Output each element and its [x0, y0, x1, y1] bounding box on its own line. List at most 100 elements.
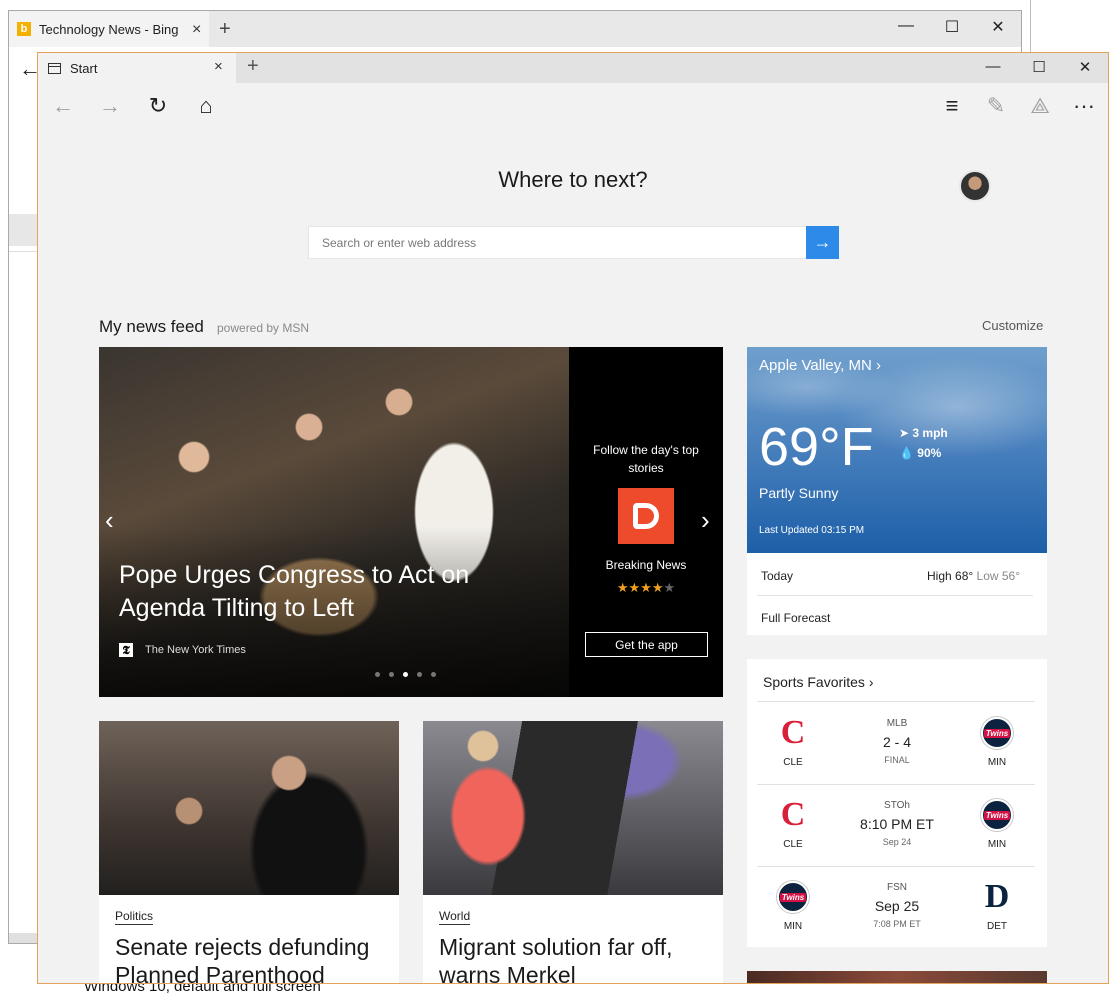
background-tab-title: Technology News - Bing [39, 21, 179, 37]
news-card-image[interactable] [99, 721, 399, 895]
avatar[interactable] [959, 170, 991, 202]
promo-app-name: Breaking News [605, 558, 687, 572]
nyt-logo-icon: 𝕿 [119, 643, 133, 657]
game-row[interactable]: C CLE MLB 2 - 4 FINAL Twins MIN [747, 703, 1047, 785]
navigation-bar: ← → ↻ ⌂ ≡ ✎ ⟁ ··· [38, 83, 1108, 129]
game-league: STOh [884, 800, 910, 811]
edge-browser-window[interactable]: Start × + — ☐ ✕ ← → ↻ ⌂ ≡ ✎ ⟁ ··· Where … [37, 52, 1109, 984]
min-logo-icon: Twins [777, 881, 809, 913]
divider [757, 595, 1033, 596]
forward-icon[interactable]: → [95, 91, 125, 121]
background-maximize-button[interactable]: ☐ [942, 17, 962, 37]
weather-updated: Last Updated 03:15 PM [759, 525, 865, 536]
news-card-title[interactable]: Migrant solution far off, warns Merkel [439, 933, 714, 983]
home-team: CLE [783, 839, 803, 850]
news-card[interactable]: Politics Senate rejects defunding Planne… [99, 721, 399, 983]
next-card-teaser[interactable] [747, 971, 1047, 983]
carousel-dot[interactable] [375, 672, 380, 677]
start-page: Where to next? Search or enter web addre… [38, 129, 1108, 983]
news-card-image[interactable] [423, 721, 723, 895]
desktop-edge-line [1030, 0, 1031, 52]
hub-icon[interactable]: ≡ [937, 91, 967, 121]
game-league: FSN [887, 882, 907, 893]
background-new-tab-icon[interactable]: + [219, 18, 231, 41]
hero-carousel[interactable]: Pope Urges Congress to Act on Agenda Til… [99, 347, 723, 697]
carousel-dot[interactable] [431, 672, 436, 677]
weather-location[interactable]: Apple Valley, MN › [759, 357, 881, 374]
star-icon: ★ [651, 580, 664, 595]
min-logo-icon: Twins [981, 717, 1013, 749]
news-card-category[interactable]: World [439, 909, 471, 925]
minimize-button[interactable]: — [983, 58, 1003, 75]
carousel-dot[interactable] [389, 672, 394, 677]
hero-source: 𝕿 The New York Times [119, 643, 246, 657]
customize-link[interactable]: Customize [982, 318, 1043, 333]
sports-widget[interactable]: Sports Favorites › C CLE MLB 2 - 4 FINAL… [747, 659, 1047, 947]
weather-humidity: 💧 90% [899, 446, 941, 460]
game-status: FINAL [884, 755, 910, 765]
tab-title: Start [70, 60, 98, 76]
refresh-icon[interactable]: ↻ [143, 91, 173, 121]
carousel-dot[interactable] [417, 672, 422, 677]
carousel-next-icon[interactable]: › [701, 505, 710, 536]
weather-low: Low 56° [976, 569, 1021, 583]
hero-source-name: The New York Times [145, 644, 246, 656]
news-card-category[interactable]: Politics [115, 909, 154, 925]
news-card-title[interactable]: Senate rejects defunding Planned Parenth… [115, 933, 390, 983]
new-tab-icon[interactable]: + [247, 55, 259, 78]
back-icon[interactable]: ← [48, 91, 78, 121]
news-card[interactable]: World Migrant solution far off, warns Me… [423, 721, 723, 983]
maximize-button[interactable]: ☐ [1029, 58, 1049, 76]
game-row[interactable]: Twins MIN FSN Sep 25 7:08 PM ET D DET [747, 867, 1047, 949]
background-minimize-button[interactable]: — [896, 17, 916, 35]
background-title-bar: b Technology News - Bing × + — ☐ ✕ [9, 11, 1021, 47]
star-icon: ★ [640, 580, 652, 595]
star-icon: ★ [616, 580, 629, 595]
home-icon[interactable]: ⌂ [191, 91, 221, 121]
weather-high-low: High 68° Low 56° [927, 569, 1020, 583]
weather-wind: ➤ 3 mph [899, 426, 948, 440]
wind-speed: 3 mph [912, 426, 948, 440]
promo-text: Follow the day's top stories [593, 443, 699, 475]
carousel-dot[interactable] [403, 672, 408, 677]
powered-by-label: powered by MSN [217, 321, 310, 335]
home-team: CLE [783, 757, 803, 768]
search-go-button[interactable]: → [806, 226, 839, 259]
background-divider [9, 251, 39, 252]
news-feed-title: My news feed [99, 317, 204, 336]
hero-headline[interactable]: Pope Urges Congress to Act on Agenda Til… [119, 559, 519, 625]
breaking-news-app-icon[interactable] [618, 488, 674, 544]
background-close-button[interactable]: ✕ [988, 17, 1008, 37]
web-note-icon[interactable]: ✎ [981, 91, 1011, 121]
close-button[interactable]: ✕ [1075, 58, 1095, 76]
game-time: 8:10 PM ET [860, 816, 934, 832]
weather-banner[interactable]: Apple Valley, MN › 69°F ➤ 3 mph 💧 90% Pa… [747, 347, 1047, 553]
humidity-value: 90% [917, 446, 942, 460]
get-app-button[interactable]: Get the app [585, 632, 708, 657]
wind-icon: ➤ [899, 426, 913, 440]
tab-close-icon[interactable]: × [214, 58, 223, 75]
full-forecast-link[interactable]: Full Forecast [761, 611, 830, 625]
background-tab-close-icon[interactable]: × [192, 21, 201, 39]
search-input[interactable]: Search or enter web address [308, 226, 807, 259]
min-logo-icon: Twins [981, 799, 1013, 831]
sports-title[interactable]: Sports Favorites › [763, 674, 873, 690]
background-tab[interactable]: b Technology News - Bing [9, 11, 209, 47]
weather-today-label: Today [761, 569, 794, 583]
home-team: MIN [783, 921, 803, 932]
background-scrollbar[interactable] [9, 933, 39, 943]
tab-start[interactable]: Start [38, 53, 236, 83]
weather-widget[interactable]: Apple Valley, MN › 69°F ➤ 3 mph 💧 90% Pa… [747, 347, 1047, 635]
game-date: Sep 25 [874, 898, 920, 914]
droplet-icon: 💧 [899, 446, 918, 460]
game-score: 2 - 4 [882, 734, 911, 750]
weather-temperature: 69°F [759, 417, 874, 477]
share-icon[interactable]: ⟁ [1025, 91, 1055, 121]
star-icon: ★ [628, 580, 641, 595]
carousel-prev-icon[interactable]: ‹ [105, 505, 114, 536]
more-icon[interactable]: ··· [1069, 91, 1099, 121]
away-team: MIN [987, 757, 1007, 768]
game-row[interactable]: C CLE STOh 8:10 PM ET Sep 24 Twins MIN [747, 785, 1047, 867]
background-sidebar-row [9, 214, 39, 246]
app-promo: Follow the day's top stories Breaking Ne… [569, 347, 723, 697]
